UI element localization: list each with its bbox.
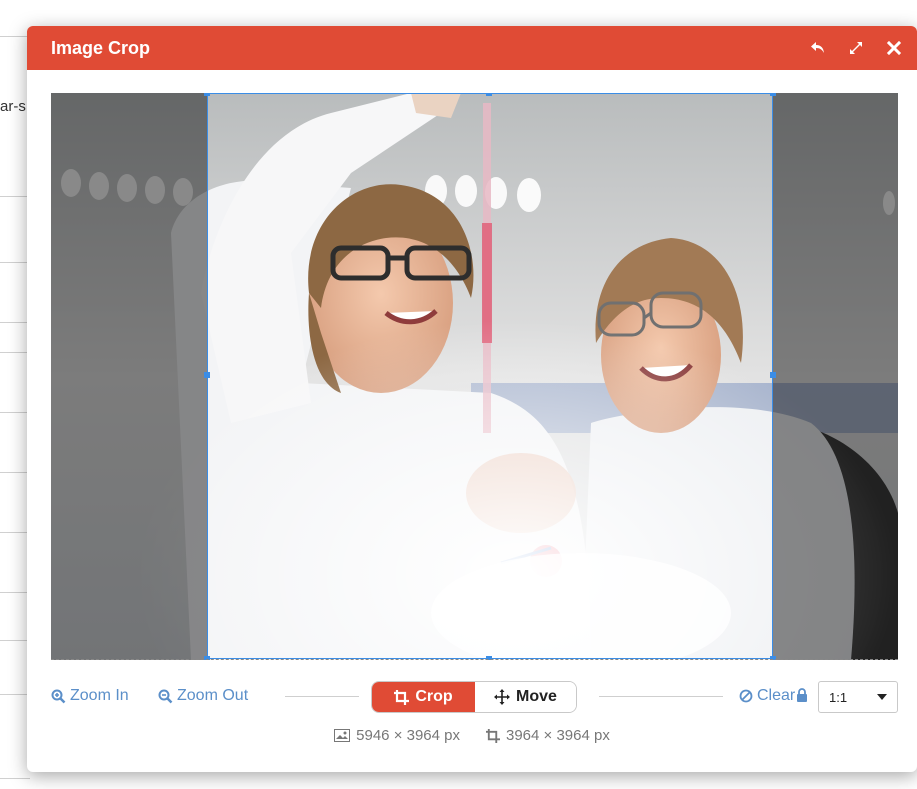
dialog-header: Image Crop: [27, 26, 917, 70]
crop-toolbar: Zoom In Zoom Out Crop Move Clear 1:1: [51, 681, 898, 713]
crop-handle-nw[interactable]: [204, 93, 210, 96]
crop-size-info: 3964 × 3964 px: [486, 727, 610, 744]
background-divider: [0, 592, 30, 593]
image-info: 5946 × 3964 px 3964 × 3964 px: [27, 727, 917, 746]
background-divider: [0, 196, 30, 197]
background-text-snippet: ar-s: [0, 98, 26, 115]
image-crop-dialog: Image Crop Zoom In Zoom Out Crop Move Cl…: [27, 26, 917, 772]
mode-toggle: Crop Move: [371, 681, 577, 713]
zoom-in-icon: [51, 689, 66, 703]
crop-selection-box[interactable]: [204, 93, 776, 660]
background-divider: [0, 694, 30, 695]
dimmed-overlay-left: [51, 93, 207, 660]
clear-button[interactable]: Clear: [739, 687, 795, 705]
dimmed-overlay-right: [773, 93, 898, 660]
clear-label: Clear: [757, 687, 796, 704]
toolbar-separator: [599, 696, 723, 697]
crop-size-text: 3964 × 3964 px: [506, 727, 610, 744]
background-divider: [0, 472, 30, 473]
lock-icon[interactable]: [796, 688, 808, 702]
zoom-in-button[interactable]: Zoom In: [51, 687, 129, 705]
expand-icon[interactable]: [847, 39, 865, 57]
background-divider: [0, 36, 30, 37]
background-divider: [0, 352, 30, 353]
undo-icon[interactable]: [809, 39, 827, 57]
crop-handle-ne[interactable]: [770, 93, 776, 96]
zoom-out-label: Zoom Out: [177, 687, 249, 704]
chevron-down-icon: [877, 694, 887, 700]
original-size-text: 5946 × 3964 px: [356, 727, 460, 744]
background-divider: [0, 322, 30, 323]
close-icon[interactable]: [885, 39, 903, 57]
crop-icon: [394, 689, 410, 705]
background-divider: [0, 640, 30, 641]
image-icon: [334, 729, 351, 742]
crop-mode-button[interactable]: Crop: [372, 682, 475, 712]
move-mode-label: Move: [516, 688, 557, 705]
zoom-out-icon: [158, 689, 173, 703]
aspect-ratio-value: 1:1: [829, 689, 848, 705]
background-divider: [0, 262, 30, 263]
original-size-info: 5946 × 3964 px: [334, 727, 460, 744]
background-divider: [0, 532, 30, 533]
canvas-bottom-border: [51, 659, 898, 660]
dialog-title: Image Crop: [51, 37, 151, 58]
crop-handle-w[interactable]: [204, 372, 210, 378]
zoom-in-label: Zoom In: [70, 687, 129, 704]
crop-canvas[interactable]: [51, 93, 898, 660]
crop-handle-e[interactable]: [770, 372, 776, 378]
crop-mode-label: Crop: [415, 688, 453, 705]
aspect-ratio-select[interactable]: 1:1: [818, 681, 898, 713]
move-mode-button[interactable]: Move: [475, 682, 576, 712]
toolbar-separator: [285, 696, 359, 697]
background-divider: [0, 778, 30, 779]
move-icon: [494, 689, 511, 705]
zoom-out-button[interactable]: Zoom Out: [158, 687, 248, 705]
clear-icon: [739, 689, 753, 703]
crop-handle-n[interactable]: [486, 93, 492, 96]
background-divider: [0, 412, 30, 413]
crop-icon: [486, 728, 500, 743]
header-actions: [809, 39, 903, 57]
